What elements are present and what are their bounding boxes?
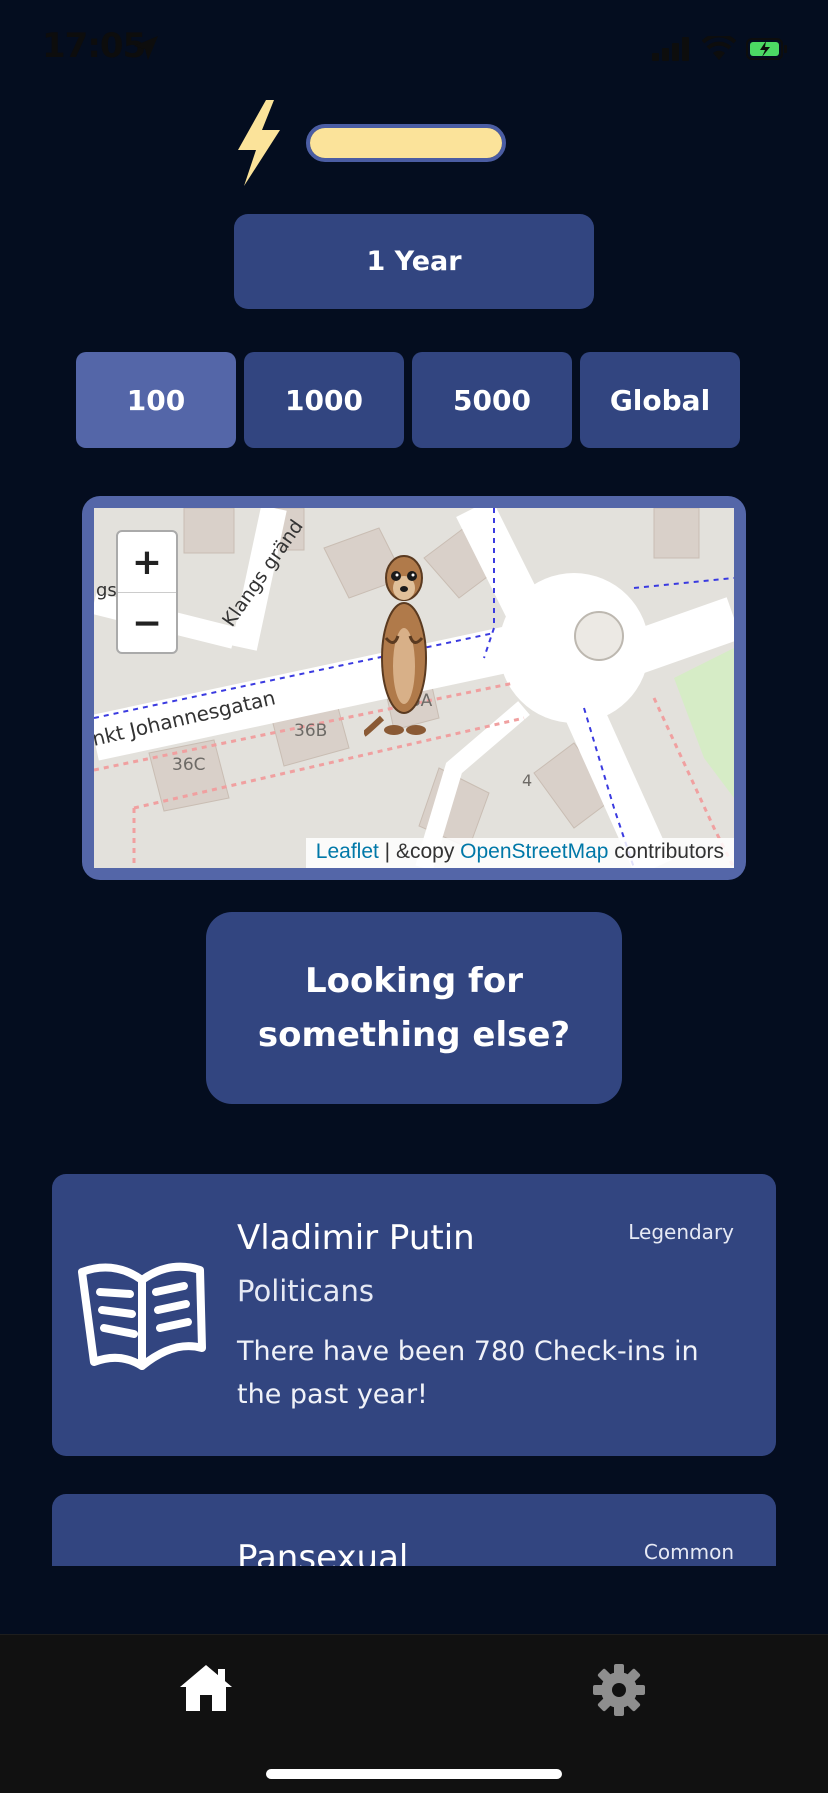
- looking-for-something-else-button[interactable]: Looking for something else?: [206, 912, 622, 1104]
- openstreetmap-link[interactable]: OpenStreetMap: [460, 840, 608, 863]
- status-bar: 17:05: [0, 0, 828, 100]
- energy-bar: [306, 124, 506, 162]
- card-category: Politicans: [237, 1274, 374, 1308]
- energy-bar-fill: [310, 128, 502, 158]
- map[interactable]: nkt Johannesgatan Klangs gränd gs 36B 36…: [94, 508, 734, 868]
- rarity-badge: Legendary: [628, 1220, 734, 1244]
- map-attribution: Leaflet | &copy OpenStreetMap contributo…: [305, 838, 734, 868]
- cellular-signal-icon: [652, 37, 689, 61]
- lightning-bolt-icon: [238, 100, 280, 186]
- list-item[interactable]: Vladimir Putin Politicans There have bee…: [52, 1174, 776, 1456]
- wifi-icon: [702, 36, 736, 60]
- card-description: There have been 780 Check-ins in the pas…: [237, 1336, 699, 1410]
- attribution-separator: | &copy: [378, 840, 461, 863]
- status-time: 17:05: [42, 26, 146, 66]
- list-item[interactable]: Pansexual Common: [52, 1494, 776, 1566]
- home-icon[interactable]: [178, 1663, 234, 1713]
- energy-meter: [236, 100, 506, 188]
- card-title: Pansexual: [237, 1538, 409, 1566]
- home-indicator: [266, 1769, 562, 1779]
- checkin-list: Vladimir Putin Politicans There have bee…: [0, 1170, 828, 1566]
- status-icons: [652, 36, 788, 62]
- meerkat-marker-icon[interactable]: [364, 548, 444, 738]
- card-title: Vladimir Putin: [237, 1218, 475, 1258]
- map-zoom-control: + −: [116, 530, 178, 654]
- leaflet-link[interactable]: Leaflet: [316, 840, 379, 863]
- gear-icon[interactable]: [592, 1663, 646, 1717]
- building-label: 36B: [294, 721, 327, 741]
- range-button-1000[interactable]: 1000: [244, 352, 404, 448]
- map-frame: nkt Johannesgatan Klangs gränd gs 36B 36…: [82, 496, 746, 880]
- time-period-button[interactable]: 1 Year: [234, 214, 594, 309]
- zoom-in-button[interactable]: +: [118, 532, 176, 593]
- battery-charging-icon: [746, 38, 787, 60]
- location-arrow-icon: [134, 36, 158, 60]
- tab-bar: [0, 1634, 828, 1793]
- attribution-contributors: contributors: [608, 840, 724, 863]
- range-button-global[interactable]: Global: [580, 352, 740, 448]
- street-label: gs: [96, 580, 117, 601]
- zoom-out-button[interactable]: −: [118, 593, 176, 653]
- rarity-badge: Common: [643, 1540, 734, 1564]
- building-label: 36C: [172, 755, 206, 775]
- open-book-icon: [78, 1262, 206, 1370]
- range-button-100[interactable]: 100: [76, 352, 236, 448]
- range-button-5000[interactable]: 5000: [412, 352, 572, 448]
- building-label: 4: [522, 771, 532, 790]
- range-selector: 100 1000 5000 Global: [76, 352, 740, 448]
